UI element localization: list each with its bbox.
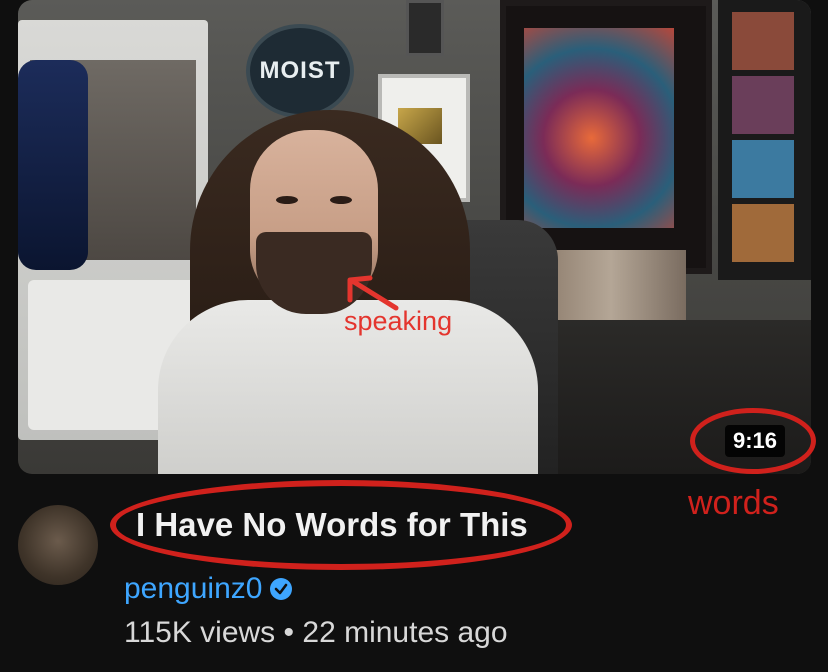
- video-metadata: 115K views • 22 minutes ago: [124, 616, 508, 650]
- speaking-annotation: speaking: [344, 306, 453, 336]
- comic-tile: [732, 12, 794, 70]
- moist-logo-text: MOIST: [259, 57, 341, 84]
- small-wall-frame: [406, 0, 444, 56]
- verified-check-icon: [270, 578, 293, 600]
- comic-tile: [732, 76, 794, 134]
- upload-time: 22 minutes ago: [302, 616, 508, 649]
- channel-row: penguinz0: [124, 572, 293, 606]
- microphone: [18, 60, 88, 270]
- channel-name[interactable]: penguinz0: [124, 572, 262, 606]
- moist-logo-sign: MOIST: [246, 24, 354, 118]
- channel-avatar[interactable]: [18, 505, 98, 585]
- comic-frames: [718, 0, 811, 280]
- words-annotation: words: [688, 484, 779, 522]
- poster-art: [524, 28, 674, 228]
- view-count: 115K views: [124, 616, 276, 649]
- figure-shelf: [536, 250, 686, 326]
- meta-separator: •: [283, 616, 295, 649]
- comic-tile: [732, 204, 794, 262]
- video-thumbnail[interactable]: MOIST speaking: [18, 0, 811, 474]
- duration-highlight-circle: [690, 408, 816, 474]
- left-eye: [276, 196, 298, 204]
- title-highlight-circle: [110, 480, 572, 570]
- comic-tile: [732, 140, 794, 198]
- right-eye: [330, 196, 352, 204]
